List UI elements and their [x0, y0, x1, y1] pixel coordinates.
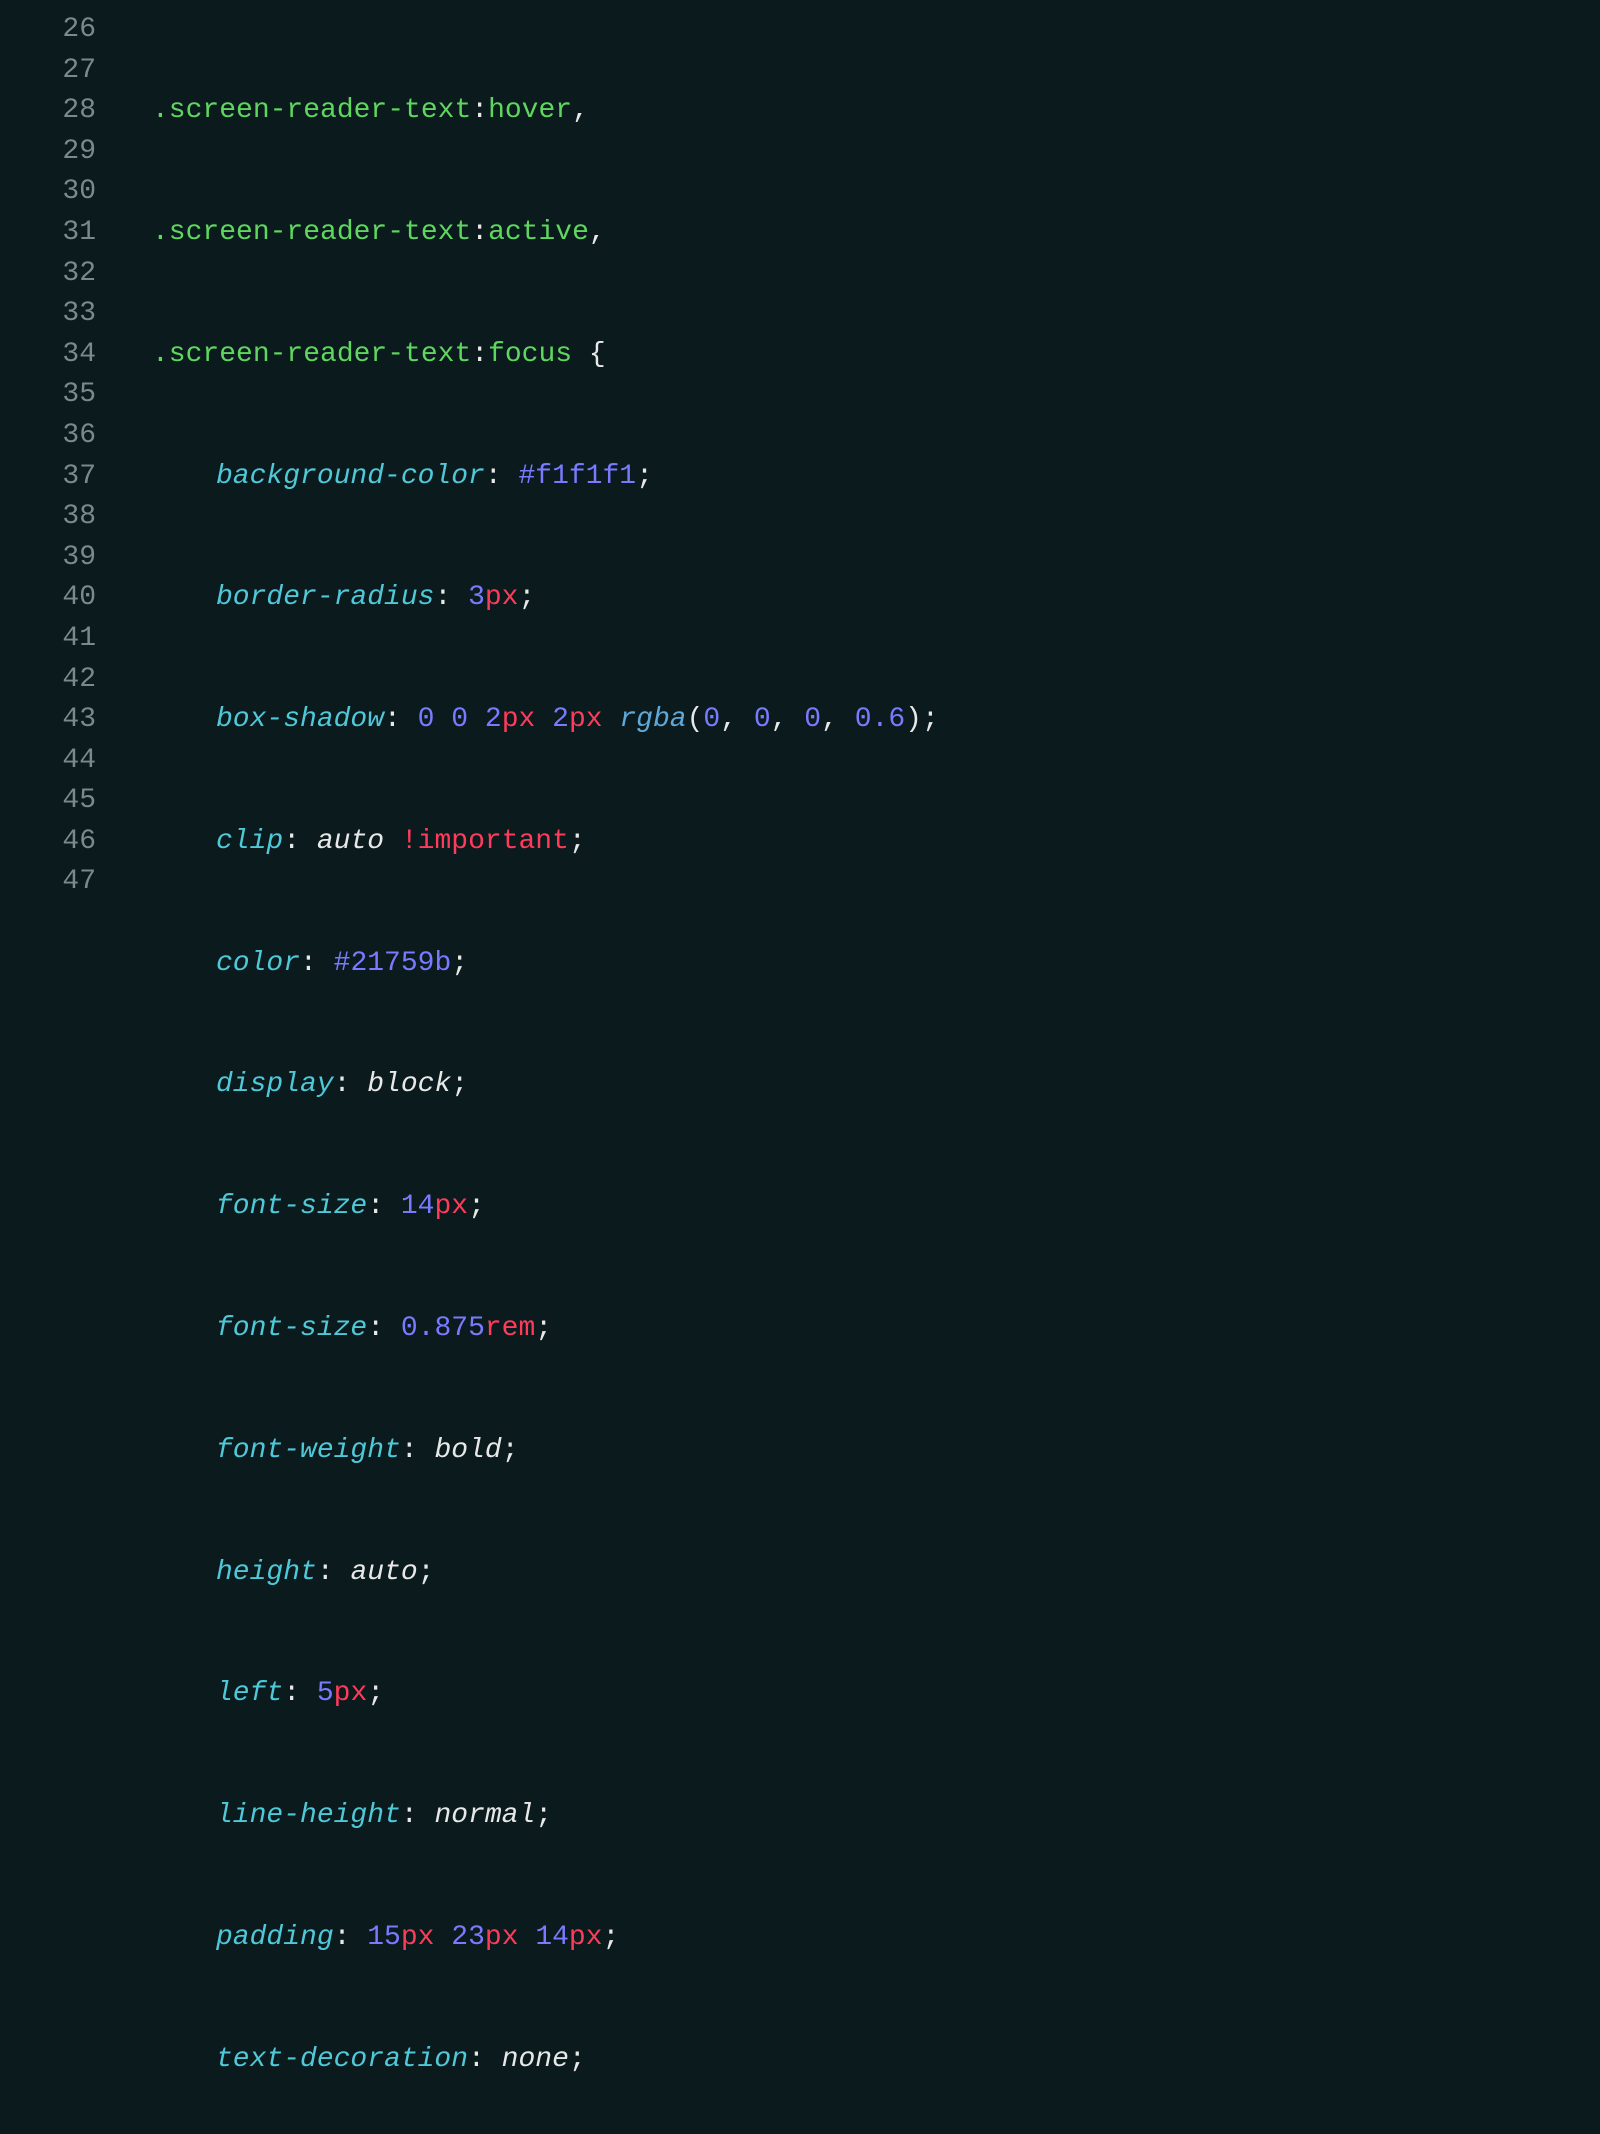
code-line[interactable]: line-height: normal; [120, 1796, 1600, 1837]
css-property: box-shadow [216, 704, 384, 735]
line-number: 46 [0, 822, 96, 863]
line-number: 26 [0, 10, 96, 51]
css-property: border-radius [216, 582, 434, 613]
css-value: normal [434, 1800, 535, 1831]
css-property: background-color [216, 461, 485, 492]
css-value: none [502, 2044, 569, 2075]
code-line[interactable]: .screen-reader-text:hover, [120, 91, 1600, 132]
line-number: 39 [0, 538, 96, 579]
code-line[interactable]: .screen-reader-text:active, [120, 213, 1600, 254]
css-number: 15 [367, 1922, 401, 1953]
css-unit: px [502, 704, 536, 735]
css-selector: .screen-reader-text [152, 217, 471, 248]
css-unit: px [569, 704, 603, 735]
css-value: auto [350, 1557, 417, 1588]
css-unit: px [434, 1191, 468, 1222]
css-number: 5 [317, 1678, 334, 1709]
css-important: !important [401, 826, 569, 857]
css-property: display [216, 1069, 334, 1100]
line-number: 28 [0, 91, 96, 132]
css-property: font-size [216, 1191, 367, 1222]
line-number: 29 [0, 132, 96, 173]
line-number: 44 [0, 741, 96, 782]
css-pseudo: focus [488, 339, 572, 370]
line-number: 45 [0, 781, 96, 822]
css-function: rgba [619, 704, 686, 735]
code-line[interactable]: background-color: #f1f1f1; [120, 457, 1600, 498]
code-editor[interactable]: 26 27 28 29 30 31 32 33 34 35 36 37 38 3… [0, 10, 1600, 2134]
css-property: line-height [216, 1800, 401, 1831]
code-content[interactable]: .screen-reader-text:hover, .screen-reade… [120, 10, 1600, 2134]
line-number: 32 [0, 254, 96, 295]
css-unit: px [334, 1678, 368, 1709]
css-number: 0 [804, 704, 821, 735]
code-line[interactable]: .screen-reader-text:focus { [120, 335, 1600, 376]
css-unit: px [485, 582, 519, 613]
css-pseudo: hover [488, 95, 572, 126]
css-hex: #21759b [334, 948, 452, 979]
css-value: auto [317, 826, 384, 857]
css-number: 0 [418, 704, 435, 735]
css-selector: .screen-reader-text [152, 95, 471, 126]
css-unit: px [401, 1922, 435, 1953]
open-brace: { [589, 339, 606, 370]
code-line[interactable]: box-shadow: 0 0 2px 2px rgba(0, 0, 0, 0.… [120, 700, 1600, 741]
line-number: 38 [0, 497, 96, 538]
css-number: 3 [468, 582, 485, 613]
code-line[interactable]: height: auto; [120, 1553, 1600, 1594]
css-number: 0 [703, 704, 720, 735]
line-number: 27 [0, 51, 96, 92]
css-number: 0.875 [401, 1313, 485, 1344]
code-line[interactable]: text-decoration: none; [120, 2040, 1600, 2081]
css-number: 0 [754, 704, 771, 735]
line-number: 30 [0, 172, 96, 213]
code-line[interactable]: font-size: 0.875rem; [120, 1309, 1600, 1350]
css-number: 23 [451, 1922, 485, 1953]
css-pseudo: active [488, 217, 589, 248]
line-number: 47 [0, 862, 96, 903]
css-value: block [367, 1069, 451, 1100]
code-line[interactable]: font-weight: bold; [120, 1431, 1600, 1472]
css-number: 2 [485, 704, 502, 735]
css-unit: px [569, 1922, 603, 1953]
css-property: height [216, 1557, 317, 1588]
css-property: padding [216, 1922, 334, 1953]
css-selector: .screen-reader-text [152, 339, 471, 370]
css-number: 0.6 [855, 704, 905, 735]
line-number: 40 [0, 578, 96, 619]
css-number: 14 [401, 1191, 435, 1222]
css-number: 14 [535, 1922, 569, 1953]
line-number: 41 [0, 619, 96, 660]
code-line[interactable]: font-size: 14px; [120, 1187, 1600, 1228]
css-property: text-decoration [216, 2044, 468, 2075]
css-hex: #f1f1f1 [518, 461, 636, 492]
code-line[interactable]: clip: auto !important; [120, 822, 1600, 863]
line-number: 43 [0, 700, 96, 741]
code-line[interactable]: padding: 15px 23px 14px; [120, 1918, 1600, 1959]
line-number: 35 [0, 375, 96, 416]
code-line[interactable]: display: block; [120, 1065, 1600, 1106]
css-property: font-weight [216, 1435, 401, 1466]
line-number: 34 [0, 335, 96, 376]
line-number: 31 [0, 213, 96, 254]
css-unit: rem [485, 1313, 535, 1344]
css-property: clip [216, 826, 283, 857]
css-value: bold [434, 1435, 501, 1466]
css-unit: px [485, 1922, 519, 1953]
line-number: 33 [0, 294, 96, 335]
line-number: 42 [0, 660, 96, 701]
line-number: 37 [0, 457, 96, 498]
css-number: 0 [451, 704, 468, 735]
line-number-gutter: 26 27 28 29 30 31 32 33 34 35 36 37 38 3… [0, 10, 120, 2134]
css-property: font-size [216, 1313, 367, 1344]
line-number: 36 [0, 416, 96, 457]
code-line[interactable]: color: #21759b; [120, 944, 1600, 985]
code-line[interactable]: border-radius: 3px; [120, 578, 1600, 619]
css-property: color [216, 948, 300, 979]
code-line[interactable]: left: 5px; [120, 1674, 1600, 1715]
css-property: left [216, 1678, 283, 1709]
css-number: 2 [552, 704, 569, 735]
